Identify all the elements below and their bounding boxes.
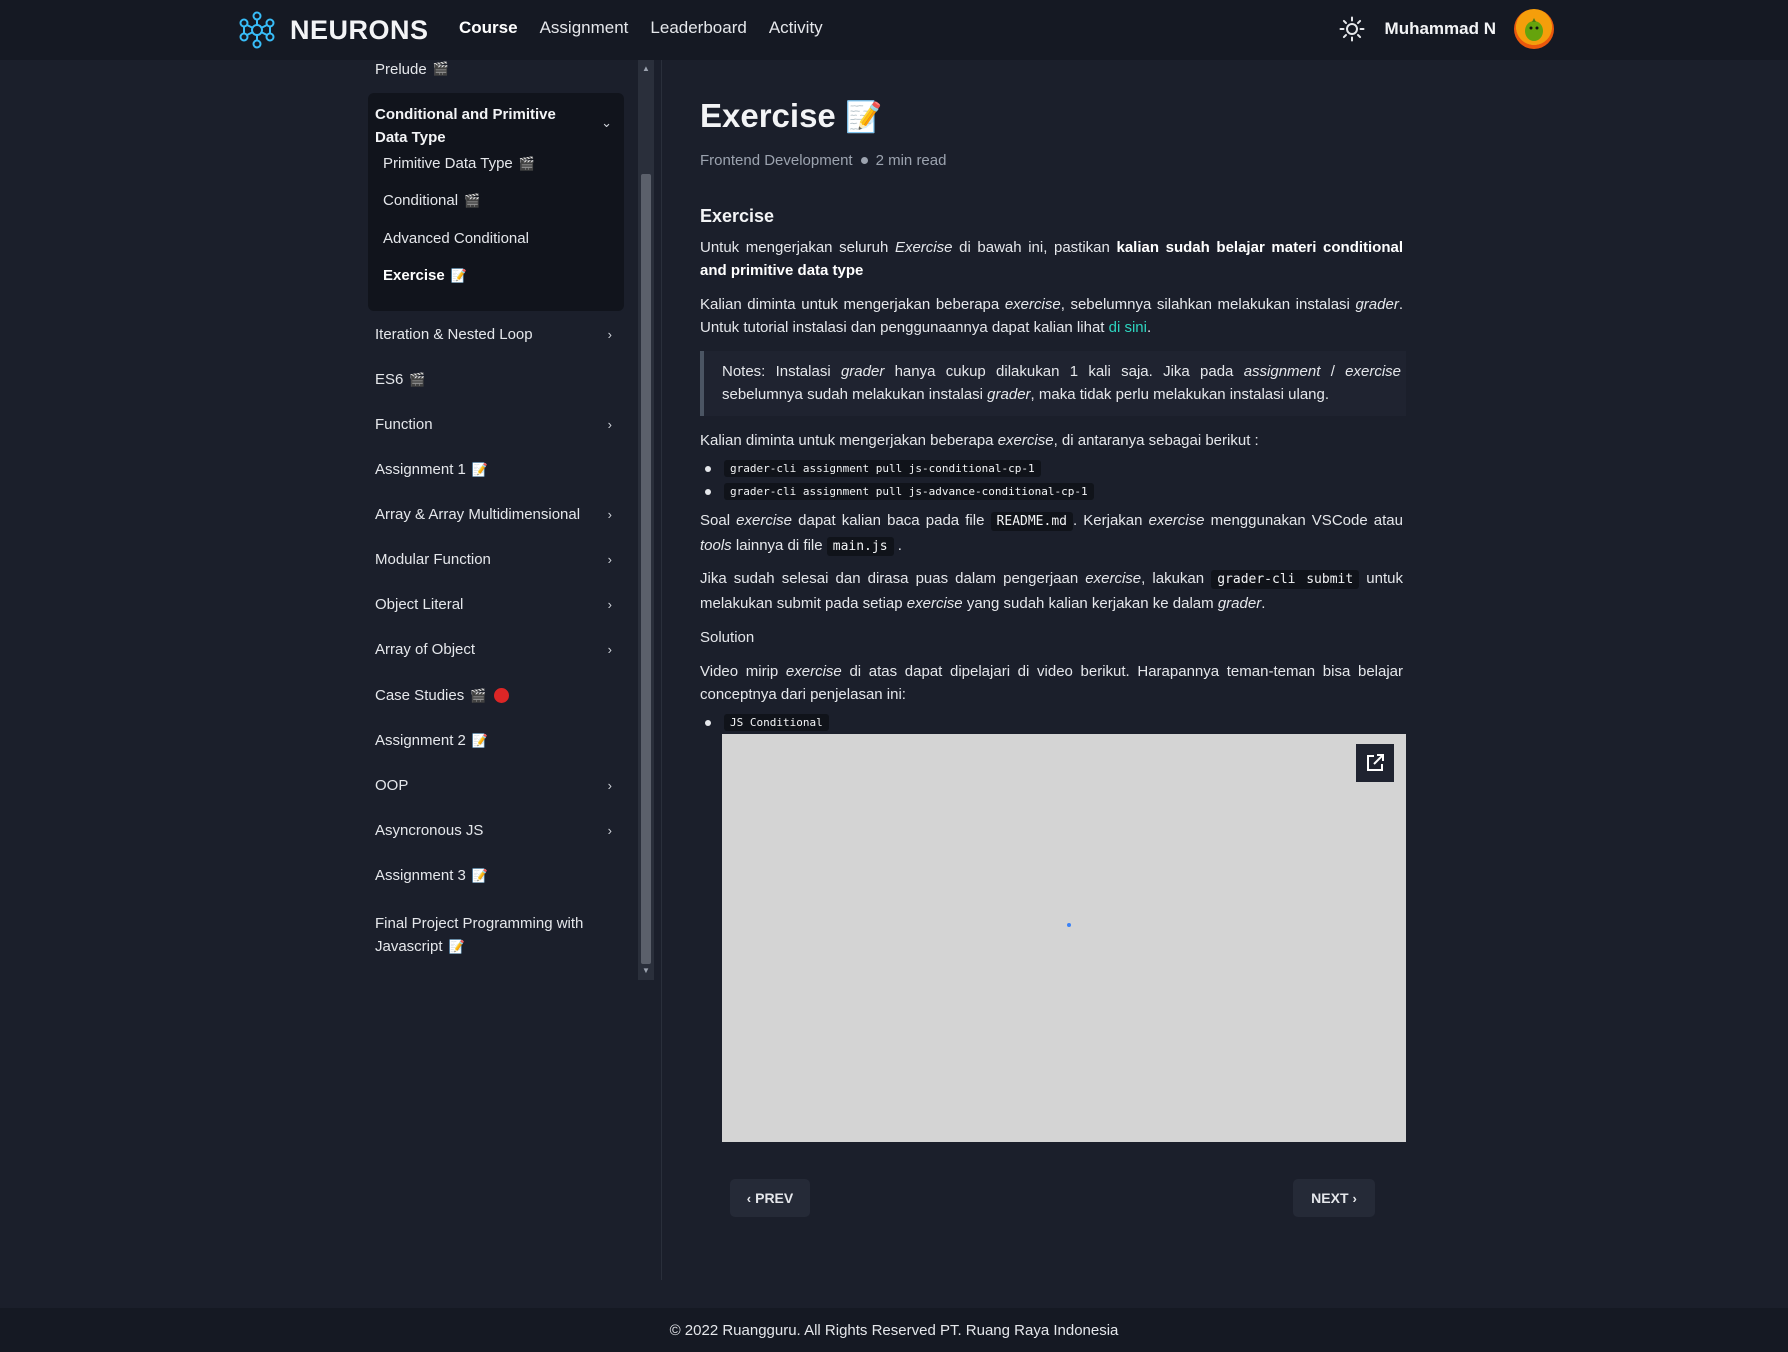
memo-icon: 📝 [471,732,489,748]
chevron-right-icon: › [607,642,612,657]
paragraph-submit: Jika sudah selesai dan dirasa puas dalam… [700,570,1403,612]
scroll-down-icon[interactable]: ▼ [642,966,650,975]
theme-toggle-sun-icon[interactable] [1339,16,1365,42]
sidebar-item-object-literal[interactable]: Object Literal › [368,596,624,613]
clapperboard-icon: 🎬 [464,192,481,208]
sidebar-scrollbar[interactable]: ▲ ▼ [638,60,654,980]
sidebar-item-array-of-object[interactable]: Array of Object › [368,641,624,658]
memo-icon: 📝 [471,461,489,477]
video-embed[interactable] [722,734,1406,1142]
prev-button[interactable]: ‹ PREV [730,1179,810,1217]
chevron-right-icon: › [607,417,612,432]
chevron-down-icon[interactable]: ⌄ [601,115,612,131]
paragraph-video-intro: Video mirip exercise di atas dapat dipel… [700,663,1403,703]
paragraph-readme: Soal exercise dapat kalian baca pada fil… [700,512,1403,556]
sidebar-subitem-conditional[interactable]: Conditional 🎬 [383,192,480,209]
command-code: grader-cli assignment pull js-conditiona… [724,460,1041,477]
memo-icon: 📝 [448,939,465,954]
sidebar-item-es6[interactable]: ES6 🎬 [368,371,624,388]
sidebar-group-title[interactable]: Conditional and Primitive Data Type [375,103,590,149]
lesson-category[interactable]: Frontend Development [700,152,853,169]
scroll-thumb[interactable] [641,174,651,964]
top-navbar: NEURONS Course Assignment Leaderboard Ac… [0,0,1788,60]
list-item: JS Conditional [705,714,829,731]
lesson-meta: Frontend Development 2 min read [700,152,946,169]
chevron-right-icon: › [607,552,612,567]
avatar[interactable] [1514,9,1554,49]
loading-spinner-icon [1067,923,1071,927]
user-area: Muhammad N [1339,9,1554,49]
copyright-text: © 2022 Ruangguru. All Rights Reserved PT… [669,1321,1119,1339]
sidebar-subitem-advanced-conditional[interactable]: Advanced Conditional [383,230,529,247]
sidebar-item-async-js[interactable]: Asyncronous JS › [368,822,624,839]
brand[interactable]: NEURONS [238,10,429,50]
chevron-left-icon: ‹ [746,1190,752,1206]
sidebar-item-final-project[interactable]: Final Project Programming with Javascrip… [368,912,624,958]
sidebar-item-iteration[interactable]: Iteration & Nested Loop › [368,326,624,343]
nav-assignment[interactable]: Assignment [540,18,629,38]
nav-leaderboard[interactable]: Leaderboard [650,18,746,38]
sidebar-item-oop[interactable]: OOP › [368,777,624,794]
video-label: JS Conditional [724,714,829,731]
sidebar-item-array[interactable]: Array & Array Multidimensional › [368,506,624,523]
content-divider [661,60,662,1280]
chevron-right-icon: › [607,507,612,522]
clapperboard-icon: 🎬 [432,61,449,76]
notes-blockquote: Notes: Instalasi grader hanya cukup dila… [700,351,1406,416]
clapperboard-icon: 🎬 [470,687,487,703]
clapperboard-icon: 🎬 [409,371,426,387]
brand-name: NEURONS [290,14,429,45]
sidebar-item-assignment-2[interactable]: Assignment 2 📝 [368,732,624,749]
chevron-right-icon: › [607,327,612,342]
read-time: 2 min read [875,152,947,169]
memo-icon: 📝 [844,101,883,134]
list-item: grader-cli assignment pull js-conditiona… [705,460,1041,477]
sidebar-item-prelude[interactable]: Prelude 🎬 [368,58,624,80]
section-heading: Exercise [700,206,775,226]
sidebar-subitem-primitive-data-type[interactable]: Primitive Data Type 🎬 [383,155,535,172]
next-button[interactable]: NEXT › [1293,1179,1375,1217]
mainjs-code: main.js [826,537,894,556]
neurons-logo-icon [239,11,275,49]
list-item: grader-cli assignment pull js-advance-co… [705,483,1094,500]
tutorial-link[interactable]: di sini [1109,319,1147,336]
page-title: Exercise 📝 [700,97,883,134]
sidebar-group-conditional: Conditional and Primitive Data Type ⌄ Pr… [368,93,624,311]
sidebar-item-case-studies[interactable]: Case Studies 🎬 [368,687,624,704]
memo-icon: 📝 [450,267,467,283]
recording-dot-icon [494,688,510,703]
sidebar-item-assignment-3[interactable]: Assignment 3 📝 [368,867,624,884]
main-nav: Course Assignment Leaderboard Activity [459,18,845,38]
open-external-button[interactable] [1356,744,1394,782]
avatar-character-icon [1525,18,1543,41]
chevron-right-icon: › [607,823,612,838]
meta-separator-dot [860,157,868,164]
user-name[interactable]: Muhammad N [1385,19,1496,39]
sidebar-subitem-exercise[interactable]: Exercise 📝 [383,267,467,284]
chevron-right-icon: › [607,597,612,612]
footer: © 2022 Ruangguru. All Rights Reserved PT… [0,1308,1788,1352]
command-code: grader-cli assignment pull js-advance-co… [724,483,1094,500]
sidebar-item-assignment-1[interactable]: Assignment 1 📝 [368,461,624,478]
sidebar-item-modular-function[interactable]: Modular Function › [368,551,624,568]
paragraph-intro: Untuk mengerjakan seluruh Exercise di ba… [700,239,1404,279]
clapperboard-icon: 🎬 [518,155,535,171]
sidebar-item-function[interactable]: Function › [368,416,624,433]
paragraph-exercise-list-intro: Kalian diminta untuk mengerjakan beberap… [700,432,1259,449]
paragraph-grader-install: Kalian diminta untuk mengerjakan beberap… [700,296,1403,336]
scroll-up-icon[interactable]: ▲ [642,64,650,73]
readme-code: README.md [990,512,1073,531]
nav-activity[interactable]: Activity [769,18,823,38]
memo-icon: 📝 [471,867,489,883]
chevron-right-icon: › [1352,1190,1357,1206]
nav-course[interactable]: Course [459,18,518,38]
external-link-icon [1367,754,1384,771]
submit-command-code: grader-cli submit [1211,570,1360,589]
chevron-right-icon: › [607,778,612,793]
solution-label: Solution [700,629,755,646]
